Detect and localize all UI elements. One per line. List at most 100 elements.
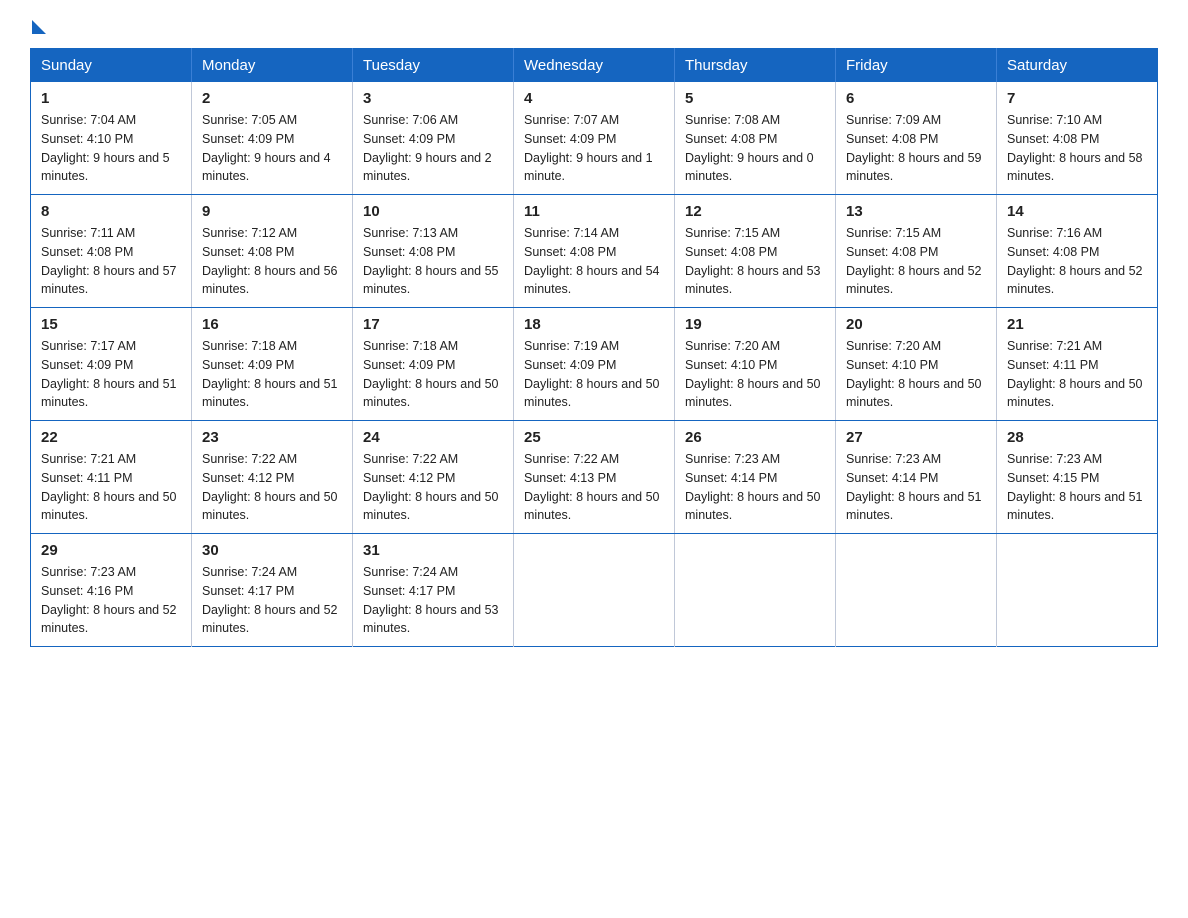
day-info: Sunrise: 7:24 AMSunset: 4:17 PMDaylight:… bbox=[363, 565, 499, 635]
day-number: 10 bbox=[363, 203, 503, 220]
day-info: Sunrise: 7:22 AMSunset: 4:13 PMDaylight:… bbox=[524, 452, 660, 522]
calendar-cell: 7 Sunrise: 7:10 AMSunset: 4:08 PMDayligh… bbox=[997, 82, 1158, 195]
day-info: Sunrise: 7:23 AMSunset: 4:14 PMDaylight:… bbox=[846, 452, 982, 522]
calendar-header-sunday: Sunday bbox=[31, 49, 192, 83]
day-info: Sunrise: 7:08 AMSunset: 4:08 PMDaylight:… bbox=[685, 113, 814, 183]
calendar-cell: 22 Sunrise: 7:21 AMSunset: 4:11 PMDaylig… bbox=[31, 421, 192, 534]
logo-arrow-icon bbox=[32, 20, 46, 34]
day-info: Sunrise: 7:19 AMSunset: 4:09 PMDaylight:… bbox=[524, 339, 660, 409]
day-info: Sunrise: 7:06 AMSunset: 4:09 PMDaylight:… bbox=[363, 113, 492, 183]
calendar-header-thursday: Thursday bbox=[675, 49, 836, 83]
day-number: 24 bbox=[363, 429, 503, 446]
day-number: 18 bbox=[524, 316, 664, 333]
day-info: Sunrise: 7:11 AMSunset: 4:08 PMDaylight:… bbox=[41, 226, 177, 296]
calendar-cell: 21 Sunrise: 7:21 AMSunset: 4:11 PMDaylig… bbox=[997, 308, 1158, 421]
day-info: Sunrise: 7:13 AMSunset: 4:08 PMDaylight:… bbox=[363, 226, 499, 296]
calendar-cell: 20 Sunrise: 7:20 AMSunset: 4:10 PMDaylig… bbox=[836, 308, 997, 421]
calendar-cell: 16 Sunrise: 7:18 AMSunset: 4:09 PMDaylig… bbox=[192, 308, 353, 421]
day-info: Sunrise: 7:23 AMSunset: 4:15 PMDaylight:… bbox=[1007, 452, 1143, 522]
logo bbox=[30, 20, 48, 30]
calendar-cell: 12 Sunrise: 7:15 AMSunset: 4:08 PMDaylig… bbox=[675, 195, 836, 308]
calendar-cell: 3 Sunrise: 7:06 AMSunset: 4:09 PMDayligh… bbox=[353, 82, 514, 195]
day-number: 28 bbox=[1007, 429, 1147, 446]
calendar-header-monday: Monday bbox=[192, 49, 353, 83]
calendar-week-row: 15 Sunrise: 7:17 AMSunset: 4:09 PMDaylig… bbox=[31, 308, 1158, 421]
day-info: Sunrise: 7:15 AMSunset: 4:08 PMDaylight:… bbox=[685, 226, 821, 296]
day-number: 3 bbox=[363, 90, 503, 107]
day-info: Sunrise: 7:24 AMSunset: 4:17 PMDaylight:… bbox=[202, 565, 338, 635]
calendar-cell bbox=[675, 534, 836, 647]
calendar-header-row: SundayMondayTuesdayWednesdayThursdayFrid… bbox=[31, 49, 1158, 83]
day-info: Sunrise: 7:23 AMSunset: 4:16 PMDaylight:… bbox=[41, 565, 177, 635]
day-info: Sunrise: 7:09 AMSunset: 4:08 PMDaylight:… bbox=[846, 113, 982, 183]
calendar-cell: 11 Sunrise: 7:14 AMSunset: 4:08 PMDaylig… bbox=[514, 195, 675, 308]
day-info: Sunrise: 7:10 AMSunset: 4:08 PMDaylight:… bbox=[1007, 113, 1143, 183]
day-info: Sunrise: 7:04 AMSunset: 4:10 PMDaylight:… bbox=[41, 113, 170, 183]
day-number: 14 bbox=[1007, 203, 1147, 220]
calendar-cell bbox=[836, 534, 997, 647]
calendar-cell: 24 Sunrise: 7:22 AMSunset: 4:12 PMDaylig… bbox=[353, 421, 514, 534]
day-info: Sunrise: 7:18 AMSunset: 4:09 PMDaylight:… bbox=[202, 339, 338, 409]
calendar-header-friday: Friday bbox=[836, 49, 997, 83]
day-number: 12 bbox=[685, 203, 825, 220]
day-number: 27 bbox=[846, 429, 986, 446]
day-number: 13 bbox=[846, 203, 986, 220]
calendar-cell bbox=[514, 534, 675, 647]
day-info: Sunrise: 7:15 AMSunset: 4:08 PMDaylight:… bbox=[846, 226, 982, 296]
calendar-header-tuesday: Tuesday bbox=[353, 49, 514, 83]
calendar-week-row: 1 Sunrise: 7:04 AMSunset: 4:10 PMDayligh… bbox=[31, 82, 1158, 195]
calendar-cell: 29 Sunrise: 7:23 AMSunset: 4:16 PMDaylig… bbox=[31, 534, 192, 647]
day-number: 22 bbox=[41, 429, 181, 446]
day-number: 9 bbox=[202, 203, 342, 220]
page-header bbox=[30, 20, 1158, 30]
day-info: Sunrise: 7:14 AMSunset: 4:08 PMDaylight:… bbox=[524, 226, 660, 296]
calendar-cell: 30 Sunrise: 7:24 AMSunset: 4:17 PMDaylig… bbox=[192, 534, 353, 647]
day-number: 31 bbox=[363, 542, 503, 559]
calendar-header-saturday: Saturday bbox=[997, 49, 1158, 83]
day-info: Sunrise: 7:05 AMSunset: 4:09 PMDaylight:… bbox=[202, 113, 331, 183]
day-number: 30 bbox=[202, 542, 342, 559]
calendar-cell: 27 Sunrise: 7:23 AMSunset: 4:14 PMDaylig… bbox=[836, 421, 997, 534]
calendar-header-wednesday: Wednesday bbox=[514, 49, 675, 83]
calendar-cell: 6 Sunrise: 7:09 AMSunset: 4:08 PMDayligh… bbox=[836, 82, 997, 195]
day-number: 19 bbox=[685, 316, 825, 333]
calendar-cell: 13 Sunrise: 7:15 AMSunset: 4:08 PMDaylig… bbox=[836, 195, 997, 308]
calendar-cell: 10 Sunrise: 7:13 AMSunset: 4:08 PMDaylig… bbox=[353, 195, 514, 308]
day-info: Sunrise: 7:16 AMSunset: 4:08 PMDaylight:… bbox=[1007, 226, 1143, 296]
day-number: 8 bbox=[41, 203, 181, 220]
day-number: 4 bbox=[524, 90, 664, 107]
calendar-cell: 19 Sunrise: 7:20 AMSunset: 4:10 PMDaylig… bbox=[675, 308, 836, 421]
day-number: 2 bbox=[202, 90, 342, 107]
day-info: Sunrise: 7:18 AMSunset: 4:09 PMDaylight:… bbox=[363, 339, 499, 409]
calendar-table: SundayMondayTuesdayWednesdayThursdayFrid… bbox=[30, 48, 1158, 647]
day-info: Sunrise: 7:20 AMSunset: 4:10 PMDaylight:… bbox=[685, 339, 821, 409]
calendar-cell: 15 Sunrise: 7:17 AMSunset: 4:09 PMDaylig… bbox=[31, 308, 192, 421]
day-number: 15 bbox=[41, 316, 181, 333]
day-info: Sunrise: 7:17 AMSunset: 4:09 PMDaylight:… bbox=[41, 339, 177, 409]
calendar-cell: 26 Sunrise: 7:23 AMSunset: 4:14 PMDaylig… bbox=[675, 421, 836, 534]
calendar-cell: 4 Sunrise: 7:07 AMSunset: 4:09 PMDayligh… bbox=[514, 82, 675, 195]
calendar-week-row: 29 Sunrise: 7:23 AMSunset: 4:16 PMDaylig… bbox=[31, 534, 1158, 647]
calendar-week-row: 8 Sunrise: 7:11 AMSunset: 4:08 PMDayligh… bbox=[31, 195, 1158, 308]
day-info: Sunrise: 7:07 AMSunset: 4:09 PMDaylight:… bbox=[524, 113, 653, 183]
day-info: Sunrise: 7:12 AMSunset: 4:08 PMDaylight:… bbox=[202, 226, 338, 296]
calendar-cell: 25 Sunrise: 7:22 AMSunset: 4:13 PMDaylig… bbox=[514, 421, 675, 534]
calendar-cell: 28 Sunrise: 7:23 AMSunset: 4:15 PMDaylig… bbox=[997, 421, 1158, 534]
day-info: Sunrise: 7:21 AMSunset: 4:11 PMDaylight:… bbox=[1007, 339, 1143, 409]
day-info: Sunrise: 7:22 AMSunset: 4:12 PMDaylight:… bbox=[363, 452, 499, 522]
calendar-cell: 9 Sunrise: 7:12 AMSunset: 4:08 PMDayligh… bbox=[192, 195, 353, 308]
day-number: 1 bbox=[41, 90, 181, 107]
calendar-cell: 14 Sunrise: 7:16 AMSunset: 4:08 PMDaylig… bbox=[997, 195, 1158, 308]
day-number: 25 bbox=[524, 429, 664, 446]
calendar-week-row: 22 Sunrise: 7:21 AMSunset: 4:11 PMDaylig… bbox=[31, 421, 1158, 534]
day-number: 20 bbox=[846, 316, 986, 333]
calendar-cell: 31 Sunrise: 7:24 AMSunset: 4:17 PMDaylig… bbox=[353, 534, 514, 647]
calendar-cell: 1 Sunrise: 7:04 AMSunset: 4:10 PMDayligh… bbox=[31, 82, 192, 195]
day-info: Sunrise: 7:22 AMSunset: 4:12 PMDaylight:… bbox=[202, 452, 338, 522]
day-number: 11 bbox=[524, 203, 664, 220]
day-number: 5 bbox=[685, 90, 825, 107]
calendar-cell: 17 Sunrise: 7:18 AMSunset: 4:09 PMDaylig… bbox=[353, 308, 514, 421]
calendar-cell: 18 Sunrise: 7:19 AMSunset: 4:09 PMDaylig… bbox=[514, 308, 675, 421]
day-number: 21 bbox=[1007, 316, 1147, 333]
day-number: 17 bbox=[363, 316, 503, 333]
